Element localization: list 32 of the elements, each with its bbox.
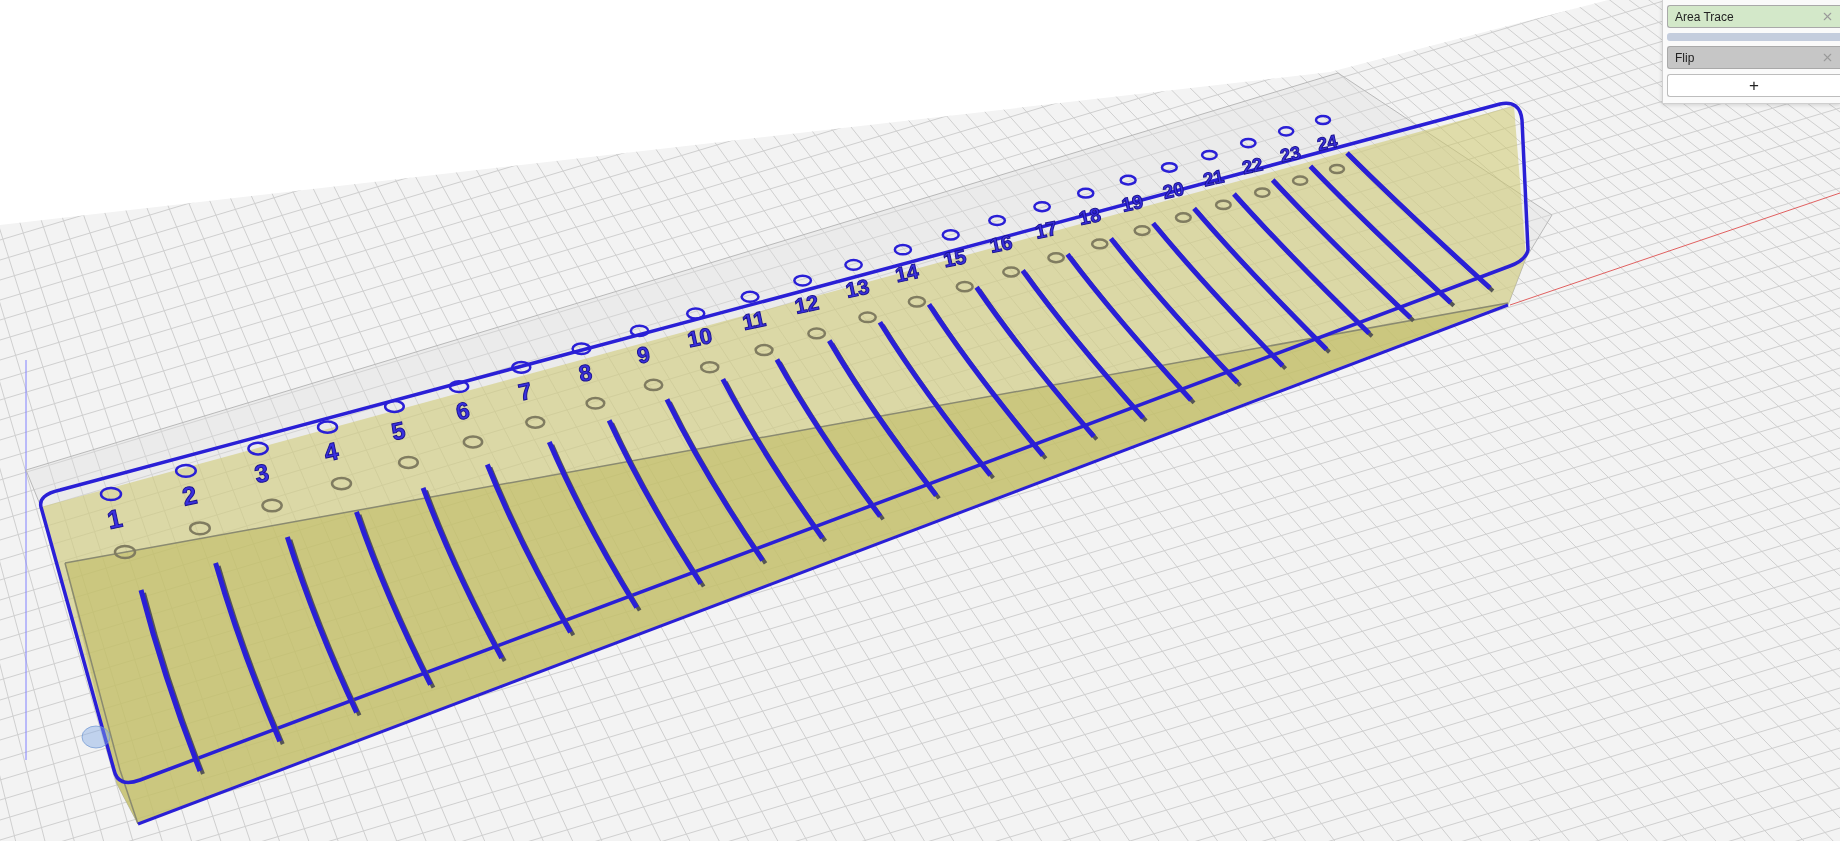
slot-number: 9 bbox=[634, 341, 653, 369]
slot-number: 23 bbox=[1278, 141, 1303, 167]
slot-number: 6 bbox=[453, 397, 472, 426]
close-icon[interactable] bbox=[1821, 51, 1834, 64]
slot-number: 7 bbox=[516, 377, 535, 406]
slot-number: 12 bbox=[792, 290, 821, 319]
slot-number: 2 bbox=[179, 480, 200, 511]
slot-number: 14 bbox=[893, 259, 921, 287]
slot-number: 4 bbox=[321, 437, 341, 467]
slot-number: 3 bbox=[251, 457, 272, 489]
slot-number: 21 bbox=[1201, 165, 1226, 191]
slot-number: 16 bbox=[987, 230, 1015, 257]
slot-number: 24 bbox=[1315, 131, 1340, 155]
slot-number: 13 bbox=[843, 274, 872, 302]
operation-item[interactable]: Flip bbox=[1667, 46, 1840, 69]
slot-number: 17 bbox=[1033, 216, 1060, 243]
slot-number: 10 bbox=[685, 322, 715, 353]
origin-marker-icon bbox=[81, 725, 111, 749]
slot-number: 22 bbox=[1240, 153, 1265, 179]
slot-number: 5 bbox=[388, 416, 408, 446]
operation-label: Flip bbox=[1675, 50, 1695, 65]
slot-number: 19 bbox=[1119, 190, 1145, 216]
slot-number: 15 bbox=[941, 244, 969, 272]
slot-number: 11 bbox=[740, 305, 768, 336]
slot-number: 1 bbox=[104, 502, 125, 536]
add-button[interactable]: + bbox=[1667, 74, 1840, 97]
close-icon[interactable] bbox=[1821, 10, 1834, 23]
slot-number: 8 bbox=[576, 358, 595, 387]
slot-number: 18 bbox=[1076, 203, 1103, 230]
slot-number: 20 bbox=[1160, 177, 1186, 203]
operation-item[interactable]: Area Trace bbox=[1667, 5, 1840, 28]
operation-label: Area Trace bbox=[1675, 9, 1734, 24]
